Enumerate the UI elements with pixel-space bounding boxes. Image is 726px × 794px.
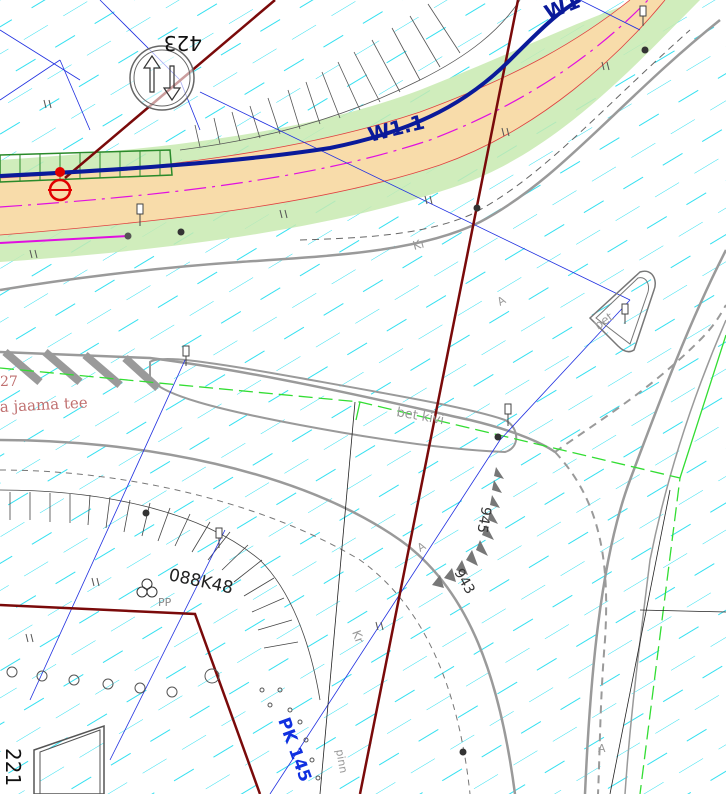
magenta-point: [124, 232, 132, 240]
label-parcel-423: 423: [164, 31, 202, 55]
label-a-right: A: [598, 742, 606, 755]
label-parcel-221: 221: [1, 748, 25, 786]
label-street-number: 27: [0, 374, 18, 390]
label-pole-pp: PP: [158, 596, 172, 609]
survey-map[interactable]: W1.1 W1 423 221 Kr Kr A A A bet kivi bet…: [0, 0, 726, 794]
